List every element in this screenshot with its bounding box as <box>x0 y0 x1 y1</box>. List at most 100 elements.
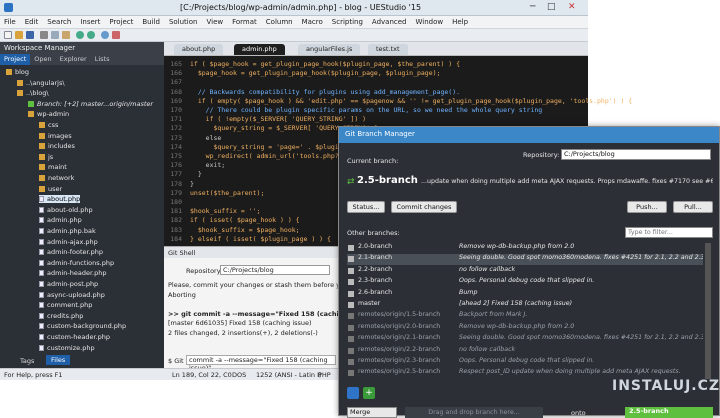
tree-file-item[interactable]: admin-functions.php <box>39 259 114 267</box>
git-prompt-input[interactable]: commit -a --message="Fixed 158 (caching … <box>186 355 336 372</box>
tree-file-item[interactable]: async-upload.php <box>39 291 105 299</box>
drop-branch-target[interactable]: Drag and drop branch here... <box>405 407 543 418</box>
dialog-repo-select[interactable]: C:/Projects/blog <box>561 149 711 160</box>
tab-test-txt[interactable]: test.txt <box>368 44 408 55</box>
push-button[interactable]: Push... <box>627 201 667 213</box>
branch-row[interactable]: 2.1-branch Seeing double. Good spot momo3… <box>347 254 703 266</box>
branch-list-scrollbar[interactable] <box>705 243 711 379</box>
menu-insert[interactable]: Insert <box>80 18 100 26</box>
tree-file-item[interactable]: custom-background.php <box>39 322 126 330</box>
tree-file-item[interactable]: custom-header.php <box>39 333 110 341</box>
tree-folder-item[interactable]: user <box>39 185 62 193</box>
code-line: // Backwards compatibility for plugins u… <box>190 87 461 96</box>
tree-file-item[interactable]: customize.php <box>39 344 95 352</box>
files-tab[interactable]: Files <box>46 355 71 365</box>
tab-about-php[interactable]: about.php <box>174 44 224 55</box>
branch-row[interactable]: remotes/origin/2.2-branch no follow callb… <box>347 346 703 357</box>
tree-file-item[interactable]: about.php <box>39 195 81 204</box>
branch-row[interactable]: 2.6-branch Bump <box>347 289 703 300</box>
tree-folder-item[interactable]: ..\blog\ <box>17 89 49 97</box>
tab-open[interactable]: Open <box>30 54 55 65</box>
tree-folder-item[interactable]: ..\angularjs\ <box>17 79 65 87</box>
refresh-icon[interactable] <box>347 387 359 399</box>
tree-branch-item[interactable]: Branch: [+2] master...origin/master <box>28 100 153 108</box>
tab-admin-php[interactable]: admin.php <box>234 44 285 55</box>
tree-file-item[interactable]: admin.php.bak <box>39 227 96 235</box>
branch-row[interactable]: remotes/origin/1.5-branch Backport from M… <box>347 311 703 322</box>
tree-file-item[interactable]: credits.php <box>39 312 83 320</box>
branch-row[interactable]: 2.3-branch Oops. Personal debug code that… <box>347 277 703 288</box>
tree-folder-item[interactable]: includes <box>39 142 75 150</box>
tree-folder-item[interactable]: network <box>39 174 74 182</box>
menu-edit[interactable]: Edit <box>25 18 39 26</box>
menu-column[interactable]: Column <box>266 18 293 26</box>
tree-file-item[interactable]: admin-ajax.php <box>39 238 98 246</box>
menu-build[interactable]: Build <box>142 18 160 26</box>
dialog-body: Current branch: Repository: C:/Projects/… <box>339 143 719 418</box>
tab-angularfiles-js[interactable]: angularFiles.js <box>298 44 361 55</box>
tree-folder-item[interactable]: blog <box>6 68 29 76</box>
branch-filter-input[interactable] <box>625 227 713 238</box>
git-shell-repo-select[interactable]: C:/Projects/blog <box>220 265 330 275</box>
new-file-icon[interactable] <box>4 31 12 39</box>
menu-advanced[interactable]: Advanced <box>372 18 407 26</box>
menu-window[interactable]: Window <box>416 18 444 26</box>
branch-row[interactable]: remotes/origin/2.1-branch Seeing double. … <box>347 334 703 345</box>
menu-help[interactable]: Help <box>452 18 468 26</box>
pull-button[interactable]: Pull... <box>673 201 713 213</box>
menu-file[interactable]: File <box>4 18 16 26</box>
branch-row[interactable]: remotes/origin/2.3-branch Oops. Personal … <box>347 357 703 368</box>
menu-search[interactable]: Search <box>47 18 71 26</box>
tree-file-item[interactable]: comment.php <box>39 301 92 309</box>
menu-solution[interactable]: Solution <box>169 18 198 26</box>
tree-folder-item[interactable]: js <box>39 153 53 161</box>
menu-project[interactable]: Project <box>109 18 133 26</box>
find-icon[interactable] <box>101 31 109 39</box>
branch-row[interactable]: remotes/origin/2.0-branch Remove wp-db-ba… <box>347 323 703 334</box>
tree-file-item[interactable]: admin.php <box>39 216 82 224</box>
paste-icon[interactable] <box>62 31 70 39</box>
tab-project[interactable]: Project <box>0 54 31 65</box>
tree-folder-item[interactable]: css <box>39 121 58 129</box>
undo-icon[interactable] <box>76 31 84 39</box>
merge-select[interactable]: Merge <box>347 407 397 418</box>
menu-scripting[interactable]: Scripting <box>332 18 363 26</box>
cut-icon[interactable] <box>40 31 48 39</box>
menu-macro[interactable]: Macro <box>302 18 323 26</box>
tree-item-label: user <box>48 184 63 193</box>
onto-branch-select[interactable]: 2.5-branch <box>625 407 713 418</box>
branch-icon <box>348 370 354 377</box>
tree-file-item[interactable]: admin-header.php <box>39 269 106 277</box>
branch-icon <box>348 245 354 251</box>
code-line: $page_hook = get_plugin_page_hook($plugi… <box>190 69 441 78</box>
open-folder-icon[interactable] <box>15 31 23 39</box>
add-branch-icon[interactable]: + <box>363 387 375 399</box>
branch-name: 2.0-branch <box>358 243 393 250</box>
menu-format[interactable]: Format <box>232 18 257 26</box>
copy-icon[interactable] <box>51 31 59 39</box>
branch-row[interactable]: 2.0-branch Remove wp-db-backup.php from 2… <box>347 243 703 254</box>
tree-item-label: images <box>48 131 72 140</box>
status-button[interactable]: Status... <box>347 201 385 213</box>
tab-explorer[interactable]: Explorer <box>56 54 91 65</box>
redo-icon[interactable] <box>87 31 95 39</box>
tree-file-item[interactable]: admin-footer.php <box>39 248 103 256</box>
menu-view[interactable]: View <box>206 18 223 26</box>
tree-item-label: admin-ajax.php <box>47 237 98 246</box>
save-icon[interactable] <box>26 31 34 39</box>
tags-tab[interactable]: Tags <box>20 357 34 365</box>
tree-folder-item[interactable]: images <box>39 132 72 140</box>
branch-row[interactable]: master [ahead 2] Fixed 158 (caching issue… <box>347 300 703 311</box>
tab-lists[interactable]: Lists <box>91 54 114 65</box>
maximize-button[interactable]: □ <box>547 2 556 12</box>
branch-row[interactable]: 2.2-branch no follow callback <box>347 266 703 277</box>
minimize-button[interactable]: ─ <box>530 2 535 12</box>
commit-changes-button[interactable]: Commit changes <box>391 201 457 213</box>
close-button[interactable]: ✕ <box>568 2 576 12</box>
replace-icon[interactable] <box>112 31 120 39</box>
tree-folder-item[interactable]: wp-admin <box>28 110 69 118</box>
tree-folder-item[interactable]: maint <box>39 163 67 171</box>
tree-file-item[interactable]: about-old.php <box>39 206 93 214</box>
tree-file-item[interactable]: admin-post.php <box>39 280 98 288</box>
branch-icon <box>348 302 354 308</box>
